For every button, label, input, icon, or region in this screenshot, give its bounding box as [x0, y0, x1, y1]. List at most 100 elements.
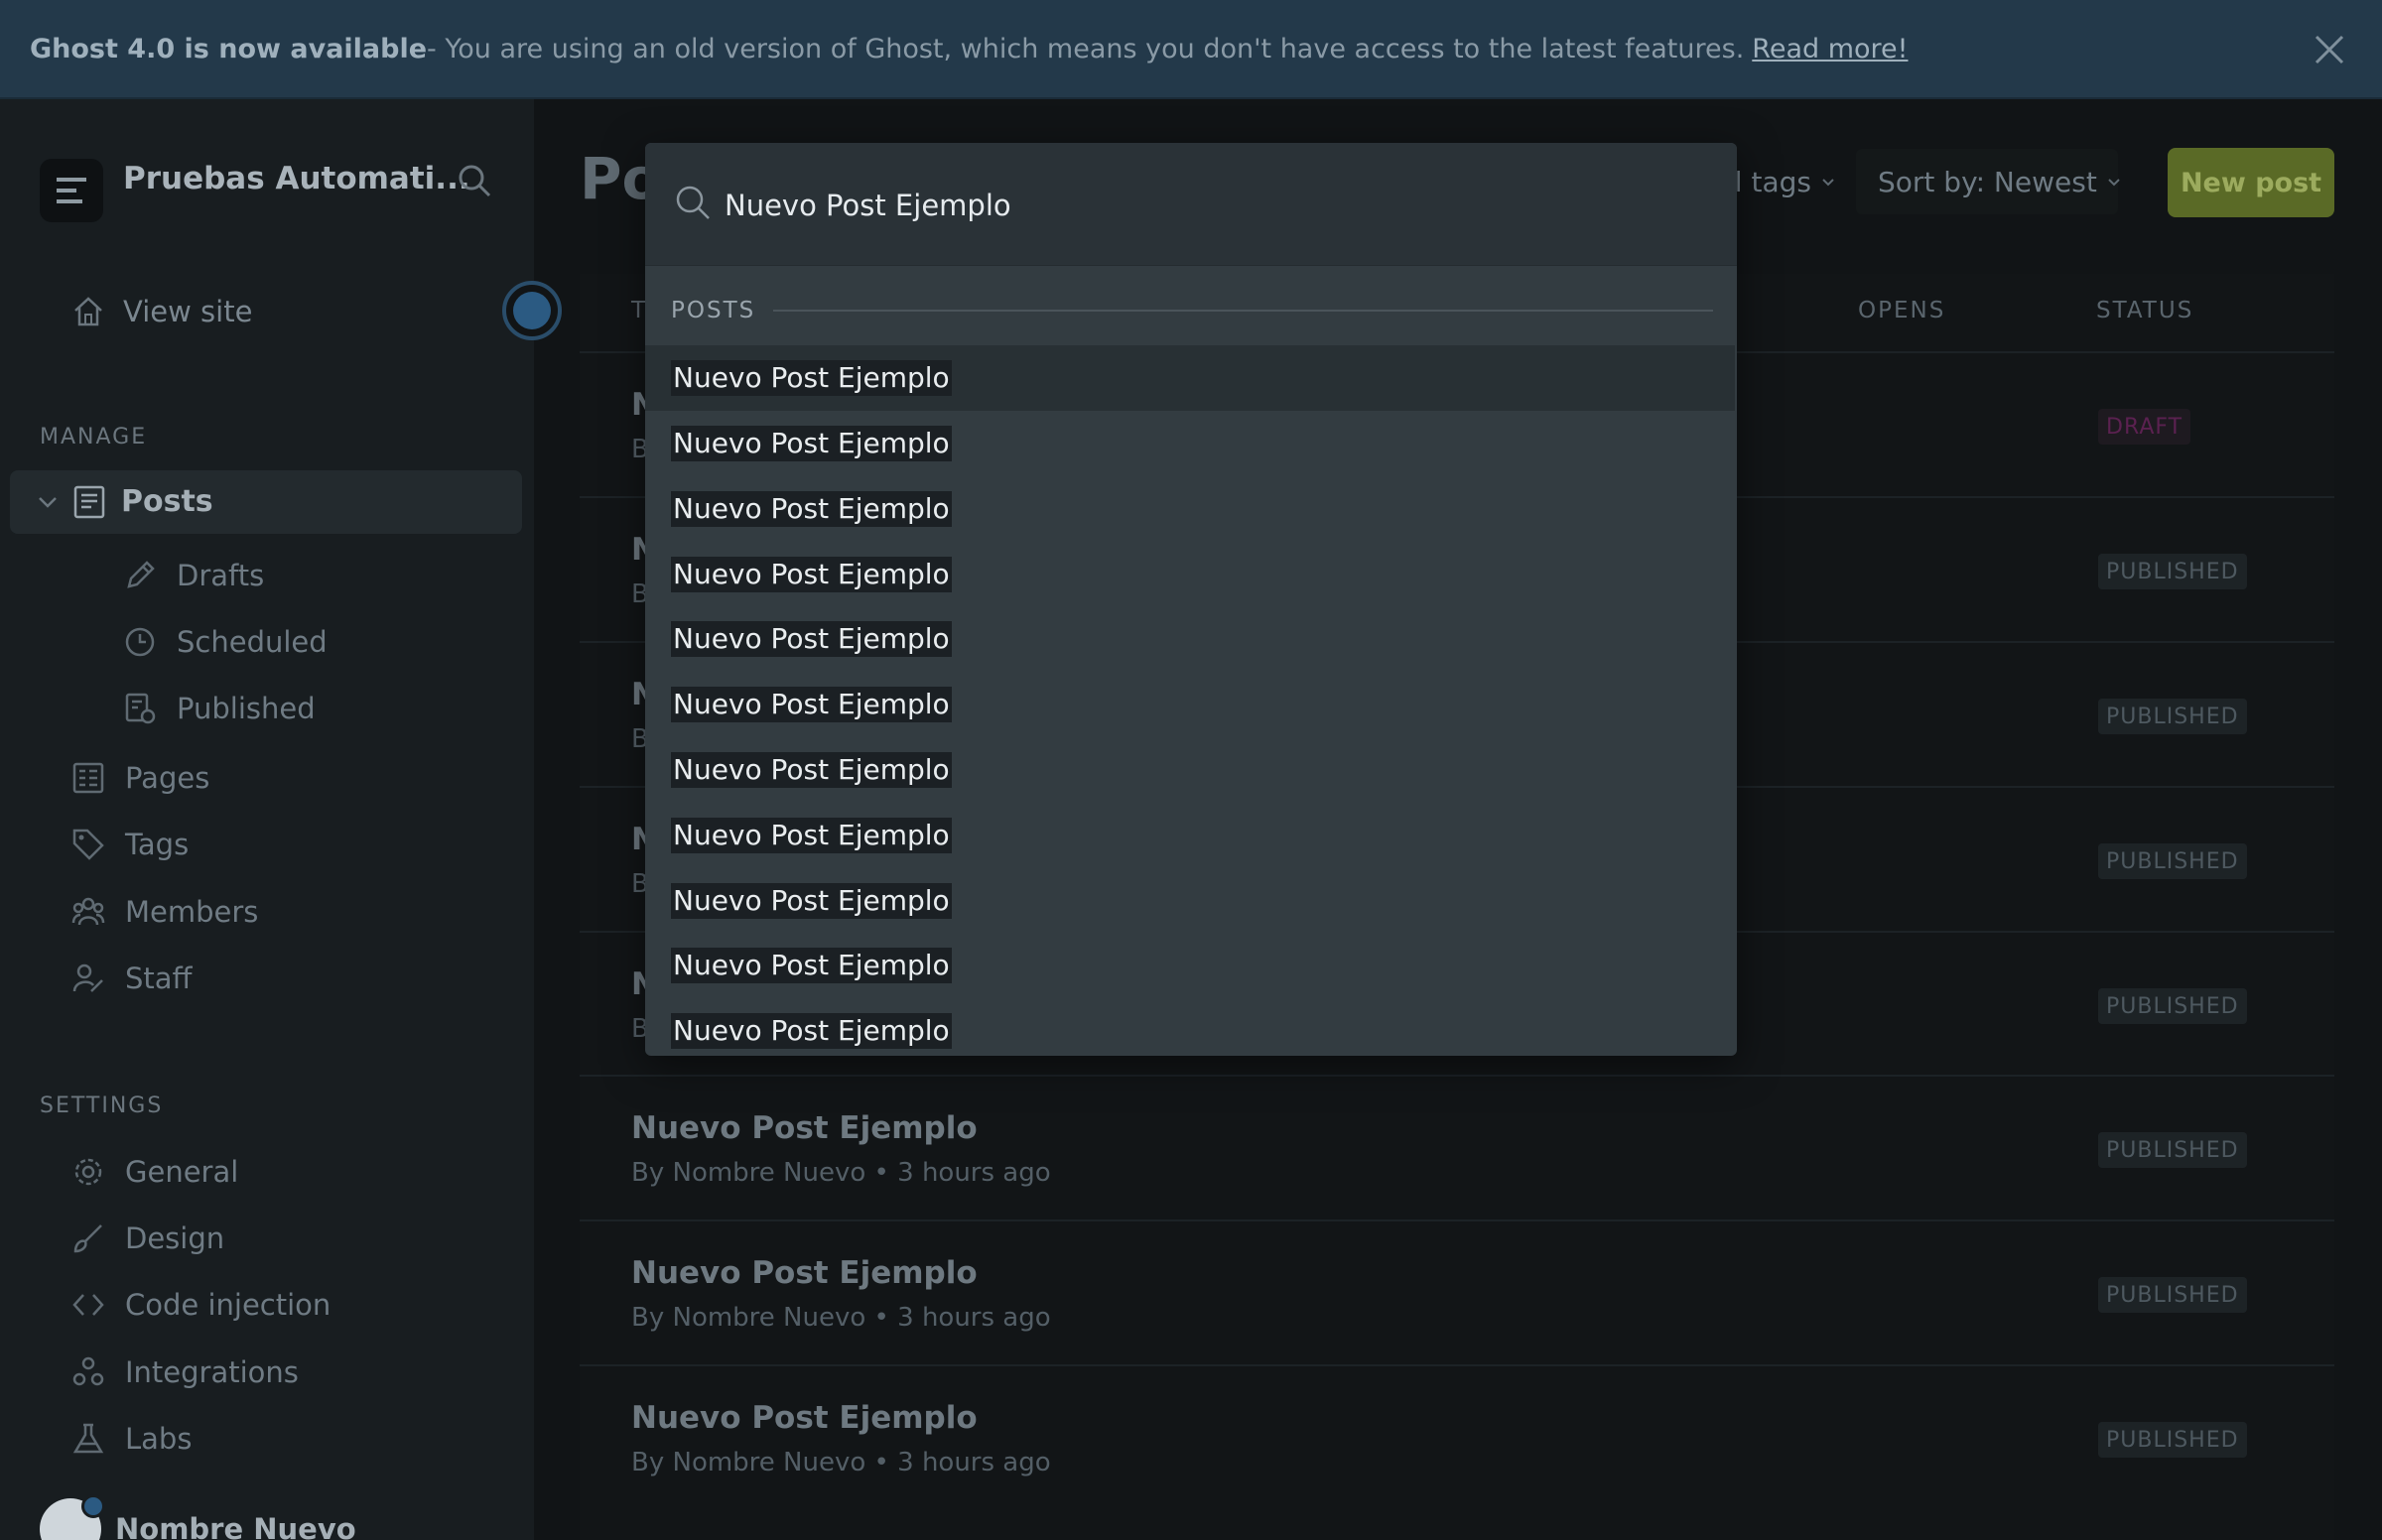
- flask-icon: [72, 1423, 104, 1454]
- search-result-label: Nuevo Post Ejemplo: [671, 1013, 952, 1049]
- sidebar-item-label: Scheduled: [177, 625, 328, 659]
- search-result-label: Nuevo Post Ejemplo: [671, 621, 952, 657]
- clock-icon: [125, 627, 155, 657]
- sidebar-item-scheduled[interactable]: Scheduled: [123, 617, 328, 667]
- sidebar-item-label: General: [125, 1155, 239, 1189]
- code-icon: [72, 1294, 104, 1316]
- search-input[interactable]: [725, 181, 1697, 230]
- chevron-down-icon: [2108, 179, 2120, 187]
- chevron-down-icon[interactable]: [36, 490, 60, 514]
- search-result[interactable]: Nuevo Post Ejemplo: [645, 933, 1735, 998]
- sidebar-item-staff[interactable]: Staff: [71, 954, 193, 1003]
- sidebar-item-members[interactable]: Members: [71, 887, 258, 937]
- pages-icon: [72, 762, 104, 794]
- members-icon: [71, 897, 105, 926]
- tags-filter-label: ll tags: [1727, 165, 1811, 198]
- table-row[interactable]: Nuevo Post Ejemplo By Nombre Nuevo • 3 h…: [580, 1219, 2334, 1364]
- sidebar-item-pages[interactable]: Pages: [71, 753, 209, 803]
- post-title: Nuevo Post Ejemplo: [631, 1255, 978, 1291]
- banner-message: - You are using an old version of Ghost,…: [427, 33, 1745, 64]
- user-name: Nombre Nuevo: [115, 1512, 356, 1540]
- post-meta: By Nombre Nuevo • 3 hours ago: [631, 1303, 1051, 1333]
- search-result-label: Nuevo Post Ejemplo: [671, 687, 952, 722]
- search-result-label: Nuevo Post Ejemplo: [671, 883, 952, 919]
- sort-filter-dropdown[interactable]: Sort by: Newest: [1878, 159, 2121, 204]
- user-menu[interactable]: Nombre Nuevo: [40, 1494, 356, 1540]
- table-row[interactable]: Nuevo Post Ejemplo By Nombre Nuevo • 3 h…: [580, 1364, 2334, 1509]
- sidebar-item-labs[interactable]: Labs: [71, 1414, 192, 1464]
- table-row[interactable]: Nuevo Post Ejemplo By Nombre Nuevo • 3 h…: [580, 1075, 2334, 1219]
- sidebar-item-label: Code injection: [125, 1288, 331, 1322]
- status-badge: PUBLISHED: [2098, 1422, 2247, 1458]
- site-title[interactable]: Pruebas Automati...: [123, 161, 470, 196]
- sidebar-item-label: Design: [125, 1221, 225, 1255]
- search-result-label: Nuevo Post Ejemplo: [671, 557, 952, 592]
- status-badge: DRAFT: [2098, 409, 2191, 445]
- sidebar-item-label: Labs: [125, 1422, 193, 1456]
- sidebar-item-published[interactable]: Published: [123, 684, 316, 733]
- search-result[interactable]: Nuevo Post Ejemplo: [645, 998, 1735, 1056]
- results-section-header: POSTS: [671, 298, 1713, 323]
- search-result[interactable]: Nuevo Post Ejemplo: [645, 606, 1735, 672]
- sidebar-item-label: Staff: [125, 962, 193, 995]
- sidebar-item-code-injection[interactable]: Code injection: [71, 1280, 331, 1330]
- post-title: Nuevo Post Ejemplo: [631, 1400, 978, 1436]
- brush-icon: [73, 1224, 102, 1253]
- search-result[interactable]: Nuevo Post Ejemplo: [645, 542, 1735, 607]
- status-badge: PUBLISHED: [2098, 699, 2247, 734]
- new-post-button[interactable]: New post: [2168, 148, 2334, 217]
- site-status-indicator[interactable]: [502, 281, 562, 340]
- published-icon: [125, 693, 156, 724]
- banner-title: Ghost 4.0 is now available: [30, 33, 428, 64]
- sidebar-item-general[interactable]: General: [71, 1147, 238, 1197]
- post-title: Nuevo Post Ejemplo: [631, 1110, 978, 1146]
- close-icon[interactable]: [2313, 33, 2346, 66]
- status-badge: PUBLISHED: [2098, 843, 2247, 879]
- search-header: [645, 143, 1737, 266]
- banner-read-more-link[interactable]: Read more!: [1752, 34, 1908, 64]
- sort-filter-label: Sort by: Newest: [1878, 165, 2097, 198]
- manage-heading: MANAGE: [40, 425, 148, 449]
- search-result[interactable]: Nuevo Post Ejemplo: [645, 411, 1735, 476]
- search-result-label: Nuevo Post Ejemplo: [671, 360, 952, 396]
- brand-logo[interactable]: [40, 159, 103, 222]
- sidebar-item-integrations[interactable]: Integrations: [71, 1348, 299, 1397]
- tags-filter-dropdown[interactable]: ll tags: [1727, 159, 1835, 204]
- search-result[interactable]: Nuevo Post Ejemplo: [645, 803, 1735, 868]
- view-site-label: View site: [123, 295, 253, 328]
- update-banner: Ghost 4.0 is now available - You are usi…: [0, 0, 2382, 99]
- sidebar-item-label: Pages: [125, 761, 210, 795]
- sidebar-item-posts[interactable]: Posts: [10, 470, 522, 534]
- search-result[interactable]: Nuevo Post Ejemplo: [645, 868, 1735, 934]
- search-icon[interactable]: [457, 163, 492, 198]
- column-header-status[interactable]: STATUS: [2096, 298, 2193, 323]
- search-result[interactable]: Nuevo Post Ejemplo: [645, 737, 1735, 803]
- status-badge: PUBLISHED: [2098, 554, 2247, 589]
- sidebar-item-label: Drafts: [177, 559, 265, 592]
- sidebar-item-design[interactable]: Design: [71, 1214, 224, 1263]
- status-badge: PUBLISHED: [2098, 1277, 2247, 1313]
- column-header-opens[interactable]: OPENS: [1858, 298, 1945, 323]
- search-result-label: Nuevo Post Ejemplo: [671, 752, 952, 788]
- menu-icon: [57, 178, 86, 203]
- search-modal: POSTS Nuevo Post Ejemplo Nuevo Post Ejem…: [645, 143, 1737, 1056]
- integrations-icon: [72, 1356, 104, 1386]
- post-meta: By Nombre Nuevo • 3 hours ago: [631, 1448, 1051, 1477]
- sidebar-item-drafts[interactable]: Drafts: [123, 551, 264, 600]
- view-site-link[interactable]: View site: [71, 287, 252, 336]
- search-icon: [676, 186, 710, 219]
- post-meta: By Nombre Nuevo • 3 hours ago: [631, 1158, 1051, 1188]
- search-result-label: Nuevo Post Ejemplo: [671, 491, 952, 527]
- sidebar-item-label: Tags: [125, 828, 190, 861]
- search-result[interactable]: Nuevo Post Ejemplo: [645, 672, 1735, 737]
- status-badge: PUBLISHED: [2098, 1132, 2247, 1168]
- search-result[interactable]: Nuevo Post Ejemplo: [645, 345, 1735, 411]
- tag-icon: [72, 829, 104, 860]
- sidebar-item-label: Posts: [121, 484, 213, 519]
- search-result[interactable]: Nuevo Post Ejemplo: [645, 476, 1735, 542]
- pencil-icon: [127, 561, 155, 588]
- settings-heading: SETTINGS: [40, 1093, 164, 1118]
- sidebar-item-tags[interactable]: Tags: [71, 820, 189, 869]
- chevron-down-icon: [1822, 179, 1834, 187]
- staff-icon: [72, 963, 103, 992]
